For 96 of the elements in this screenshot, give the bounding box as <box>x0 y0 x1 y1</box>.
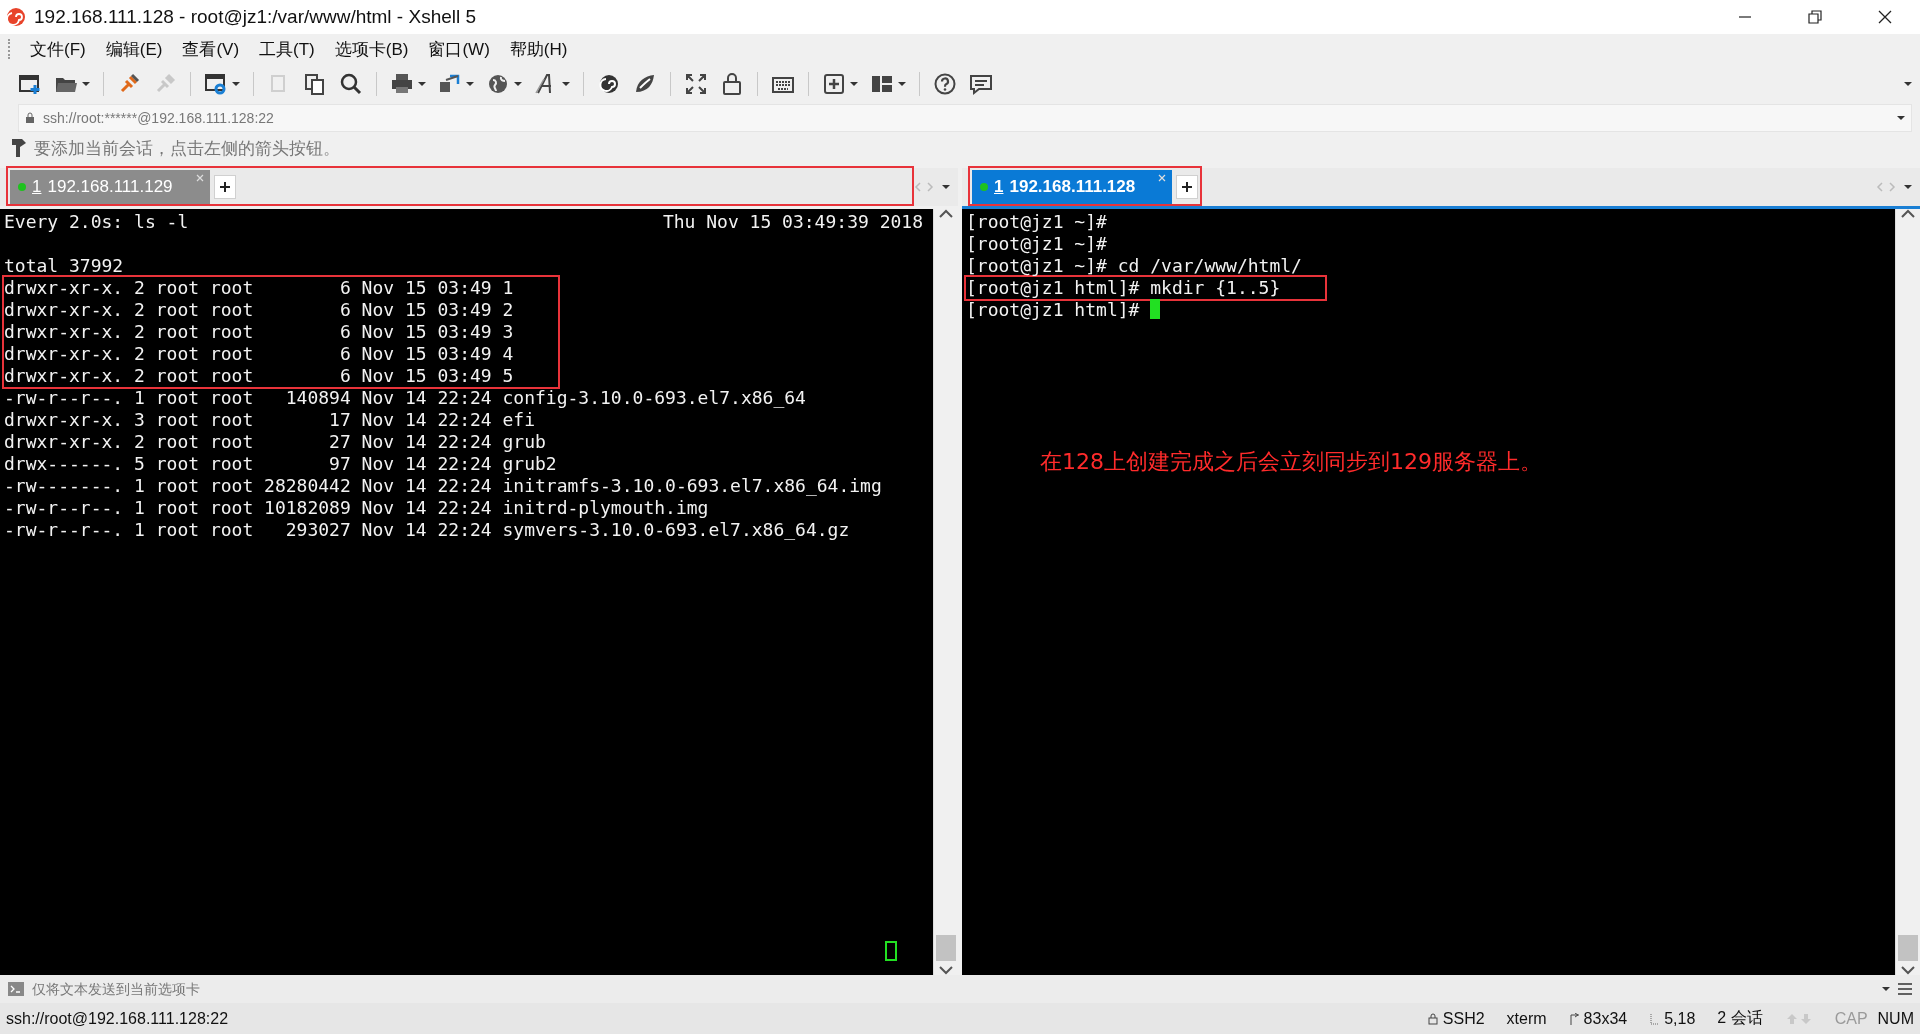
scrollbar-thumb[interactable] <box>1898 935 1918 961</box>
tab-scroll-icon <box>1876 182 1896 192</box>
close-icon <box>1158 174 1166 182</box>
globe-icon <box>486 72 510 96</box>
chat-icon <box>969 72 993 96</box>
resize-icon <box>1568 1012 1579 1025</box>
cursor-position-icon <box>1649 1012 1660 1025</box>
terminal-line: [root@jz1 html]# <box>966 299 1141 321</box>
terminal-line: drwx------. 5 root root 97 Nov 14 22:24 grub2 <box>4 453 557 475</box>
hint-text: 要添加当前会话，点击左侧的箭头按钮。 <box>34 137 340 160</box>
terminal-clock: Thu Nov 15 03:49:39 2018 <box>662 211 924 233</box>
menu-item[interactable]: 帮助(H) <box>501 35 576 63</box>
menu-item[interactable]: 查看(V) <box>174 35 248 63</box>
scrollbar[interactable] <box>1895 209 1920 975</box>
caret-icon <box>850 81 858 87</box>
caret-icon <box>1904 184 1912 190</box>
caret-icon <box>466 81 474 87</box>
terminal-size: 83x34 <box>1583 1009 1628 1028</box>
terminal-line: [root@jz1 ~]# <box>966 211 1107 233</box>
printer-icon <box>390 72 414 96</box>
window-title: 192.168.111.128 - root@jz1:/var/www/html - Xshell 5 <box>34 6 478 28</box>
caret-icon <box>942 184 950 190</box>
caret-icon <box>1904 81 1912 87</box>
status-dot-icon <box>980 183 988 191</box>
terminal-line: -rw-r--r--. 1 root root 293027 Nov 14 22:24 symvers-3.10.0-693.el7.x86_64.gz <box>4 519 850 541</box>
scrollbar[interactable] <box>933 209 958 975</box>
menu-icon <box>1898 983 1912 995</box>
scroll-down-icon <box>939 965 953 975</box>
close-icon <box>196 174 204 182</box>
terminal-line: drwxr-xr-x. 2 root root 6 Nov 15 03:49 4 <box>4 343 514 365</box>
caret-icon <box>232 81 240 87</box>
terminal-line: Every 2.0s: ls -l <box>4 211 189 233</box>
session-count: 2 会话 <box>1717 1008 1763 1028</box>
caret-icon <box>898 81 906 87</box>
lock-icon <box>25 112 35 124</box>
caret-icon <box>1897 115 1905 121</box>
scroll-down-icon <box>1901 965 1915 975</box>
menu-item[interactable]: 窗口(W) <box>420 35 498 63</box>
status-dot-icon <box>18 183 26 191</box>
terminal-line: drwxr-xr-x. 2 root root 6 Nov 15 03:49 5 <box>4 365 514 387</box>
terminal-line: drwxr-xr-x. 2 root root 27 Nov 14 22:24 grub <box>4 431 546 453</box>
keyboard-indicator: NUM <box>1877 1009 1914 1028</box>
terminal-icon <box>8 982 24 996</box>
fullscreen-icon <box>684 72 708 96</box>
caret-icon <box>514 81 522 87</box>
scroll-up-icon <box>939 209 953 219</box>
lock-icon <box>1427 1012 1438 1025</box>
lock-icon <box>720 72 744 96</box>
protocol-label: SSH2 <box>1442 1009 1485 1028</box>
terminal-line: drwxr-xr-x. 2 root root 6 Nov 15 03:49 1 <box>4 277 514 299</box>
scroll-up-icon <box>1901 209 1915 219</box>
terminal-type: xterm <box>1506 1009 1547 1028</box>
caret-icon <box>1882 986 1890 992</box>
caret-icon <box>562 81 570 87</box>
terminal-line: -rw-r--r--. 1 root root 10182089 Nov 14 22:24 initrd-plymouth.img <box>4 497 709 519</box>
compose-bar[interactable]: 仅将文本发送到当前选项卡 <box>0 975 1920 1003</box>
search-icon <box>339 72 363 96</box>
connection-status: ssh://root@192.168.111.128:22 <box>6 1009 230 1028</box>
terminal-line: total 37992 <box>4 255 124 277</box>
terminal-line: [root@jz1 html]# mkdir {1..5} <box>966 277 1281 299</box>
caret-icon <box>418 81 426 87</box>
new-session-icon <box>18 72 42 96</box>
new-tab-button[interactable] <box>1176 175 1198 199</box>
swirl-icon <box>597 72 621 96</box>
terminal-line: drwxr-xr-x. 2 root root 6 Nov 15 03:49 2 <box>4 299 514 321</box>
caret-icon <box>82 81 90 87</box>
scrollbar-thumb[interactable] <box>936 935 956 961</box>
compose-field[interactable]: 仅将文本发送到当前选项卡 <box>32 981 1874 997</box>
new-tab-button[interactable] <box>214 175 236 199</box>
cursor-icon <box>885 941 897 961</box>
settings-icon <box>204 72 228 96</box>
close-icon <box>1878 10 1892 24</box>
plus-icon <box>1182 182 1192 192</box>
terminal-line: drwxr-xr-x. 3 root root 17 Nov 14 22:24 efi <box>4 409 535 431</box>
terminal-line: drwxr-xr-x. 2 root root 6 Nov 15 03:49 3 <box>4 321 514 343</box>
help-icon <box>933 72 957 96</box>
terminal-line: -rw-------. 1 root root 28280442 Nov 14 22:24 initramfs-3.10.0-693.el7.x86_64.img <box>4 475 882 497</box>
add-icon <box>822 72 846 96</box>
menu-item[interactable]: 选项卡(B) <box>326 35 417 63</box>
menu-item[interactable]: 编辑(E) <box>97 35 171 63</box>
terminal-line: [root@jz1 ~]# <box>966 233 1107 255</box>
tab-scroll-icon <box>914 182 934 192</box>
app-logo-icon <box>6 7 26 27</box>
menu-item[interactable]: 文件(F) <box>22 35 94 63</box>
terminal-line: [root@jz1 ~]# cd /var/www/html/ <box>966 255 1302 277</box>
plus-icon <box>220 182 230 192</box>
address-bar[interactable]: ssh://root:******@192.168.111.128:22 <box>18 104 1912 132</box>
menu-item[interactable]: 工具(T) <box>251 35 323 63</box>
terminal-line: -rw-r--r--. 1 root root 140894 Nov 14 22:24 config-3.10.0-693.el7.x86_64 <box>4 387 806 409</box>
annotation-text: 在128上创建完成之后会立刻同步到129服务器上。 <box>1040 451 1542 473</box>
cursor-position: 5,18 <box>1664 1009 1696 1028</box>
restore-icon <box>1808 10 1822 24</box>
paste-icon <box>303 72 327 96</box>
address-field[interactable]: ssh://root:******@192.168.111.128:22 <box>43 110 1889 126</box>
keyboard-indicator: CAP <box>1834 1009 1868 1028</box>
session-tab[interactable]: 1 192.168.111.128 <box>972 170 1172 204</box>
